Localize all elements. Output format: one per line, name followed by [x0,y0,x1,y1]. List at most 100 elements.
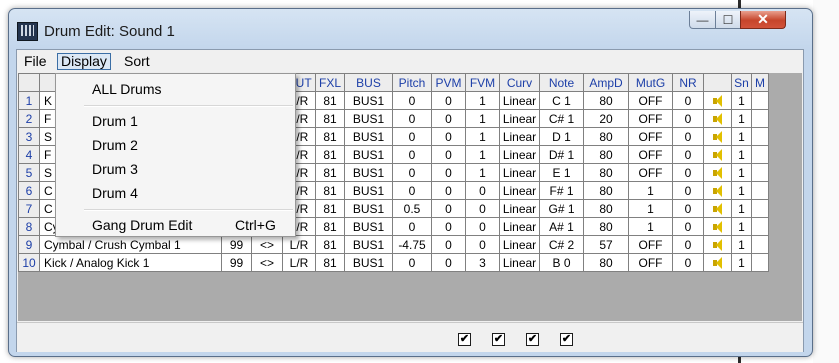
table-cell[interactable]: Linear [499,145,540,164]
table-cell[interactable] [703,253,732,272]
speaker-icon[interactable] [712,131,723,144]
table-cell[interactable]: Linear [499,91,540,110]
table-cell[interactable]: 81 [315,91,345,110]
table-cell[interactable]: 80 [583,145,629,164]
table-cell[interactable]: 80 [583,199,629,218]
table-cell[interactable]: 0 [672,199,704,218]
table-cell[interactable] [751,199,769,218]
table-cell[interactable]: 80 [583,217,629,236]
menu-item-drum-4[interactable]: Drum 4 [57,182,294,204]
row-number[interactable]: 4 [18,145,40,164]
table-cell[interactable]: 0 [392,217,432,236]
table-cell[interactable]: BUS1 [344,253,393,272]
table-cell[interactable] [751,163,769,182]
table-cell[interactable]: 0 [672,91,704,110]
table-cell[interactable]: BUS1 [344,145,393,164]
column-header[interactable]: FXL [315,73,345,92]
table-cell[interactable]: OFF [628,163,673,182]
column-header[interactable]: BUS [344,73,393,92]
drum-name-cell[interactable]: Kick / Analog Kick 1 [39,253,222,272]
table-cell[interactable]: Linear [499,109,540,128]
table-cell[interactable]: 99 [221,235,252,254]
menu-display[interactable]: Display [57,53,111,70]
table-cell[interactable]: 1 [731,199,752,218]
menu-item-gang-drum-edit[interactable]: Gang Drum Edit Ctrl+G [57,214,294,236]
table-cell[interactable]: BUS1 [344,109,393,128]
table-cell[interactable]: D 1 [539,127,584,146]
table-cell[interactable]: Linear [499,127,540,146]
table-cell[interactable]: 1 [731,109,752,128]
table-cell[interactable]: 0 [392,253,432,272]
table-cell[interactable]: 0 [431,145,466,164]
table-row[interactable]: 10 Kick / Analog Kick 1 99 <> L/R 81 BUS1 0 0 3 Li… [18,253,769,272]
table-cell[interactable] [751,91,769,110]
table-cell[interactable]: 0 [465,181,500,200]
table-cell[interactable]: F# 1 [539,181,584,200]
table-cell[interactable] [751,253,769,272]
table-cell[interactable] [703,145,732,164]
table-cell[interactable]: C 1 [539,91,584,110]
table-cell[interactable]: 81 [315,145,345,164]
table-cell[interactable]: 0 [392,181,432,200]
table-cell[interactable]: 0 [672,127,704,146]
table-cell[interactable]: 0 [431,109,466,128]
menu-file[interactable]: File [21,53,50,70]
table-cell[interactable] [751,109,769,128]
checkbox-3[interactable]: ✔ [526,333,539,346]
speaker-icon[interactable] [712,203,723,216]
column-header[interactable]: Sn [731,73,752,92]
column-header[interactable]: Curv [499,73,540,92]
row-number[interactable]: 10 [18,253,40,272]
table-cell[interactable]: 99 [221,253,252,272]
table-cell[interactable] [751,235,769,254]
table-cell[interactable] [751,181,769,200]
table-cell[interactable]: BUS1 [344,217,393,236]
table-cell[interactable]: 0 [672,253,704,272]
speaker-icon[interactable] [712,95,723,108]
table-cell[interactable]: Linear [499,163,540,182]
table-cell[interactable]: 81 [315,235,345,254]
table-cell[interactable] [703,181,732,200]
table-cell[interactable]: 0 [672,235,704,254]
table-cell[interactable]: 0 [465,217,500,236]
table-cell[interactable]: 0 [392,145,432,164]
table-cell[interactable]: L/R [282,235,316,254]
table-cell[interactable]: 1 [465,163,500,182]
minimize-button[interactable]: — [689,11,716,29]
table-cell[interactable]: A# 1 [539,217,584,236]
table-cell[interactable] [751,127,769,146]
table-cell[interactable]: 0 [672,109,704,128]
table-cell[interactable]: 81 [315,127,345,146]
table-cell[interactable]: 1 [465,127,500,146]
speaker-icon[interactable] [712,185,723,198]
table-cell[interactable]: 0 [431,163,466,182]
table-cell[interactable]: 80 [583,181,629,200]
table-cell[interactable]: E 1 [539,163,584,182]
table-cell[interactable] [703,163,732,182]
table-cell[interactable]: L/R [282,253,316,272]
row-number[interactable]: 5 [18,163,40,182]
table-cell[interactable]: -4.75 [392,235,432,254]
table-cell[interactable]: 57 [583,235,629,254]
table-cell[interactable]: 1 [731,181,752,200]
table-cell[interactable]: 0 [465,235,500,254]
table-cell[interactable]: 0 [392,127,432,146]
table-cell[interactable]: 0 [672,163,704,182]
table-cell[interactable]: 81 [315,163,345,182]
table-cell[interactable]: 0 [672,145,704,164]
table-cell[interactable]: C# 1 [539,109,584,128]
table-cell[interactable] [703,127,732,146]
menu-item-all-drums[interactable]: ALL Drums [57,78,294,100]
table-cell[interactable]: 80 [583,127,629,146]
table-cell[interactable]: 3 [465,253,500,272]
menu-item-drum-2[interactable]: Drum 2 [57,134,294,156]
row-number[interactable]: 2 [18,109,40,128]
table-cell[interactable]: 0.5 [392,199,432,218]
table-cell[interactable]: D# 1 [539,145,584,164]
table-cell[interactable]: 0 [431,253,466,272]
column-header[interactable]: PVM [431,73,466,92]
table-cell[interactable]: 1 [731,163,752,182]
column-header[interactable]: AmpD [583,73,629,92]
table-cell[interactable]: 0 [431,199,466,218]
drum-name-cell[interactable]: Cymbal / Crush Cymbal 1 [39,235,222,254]
